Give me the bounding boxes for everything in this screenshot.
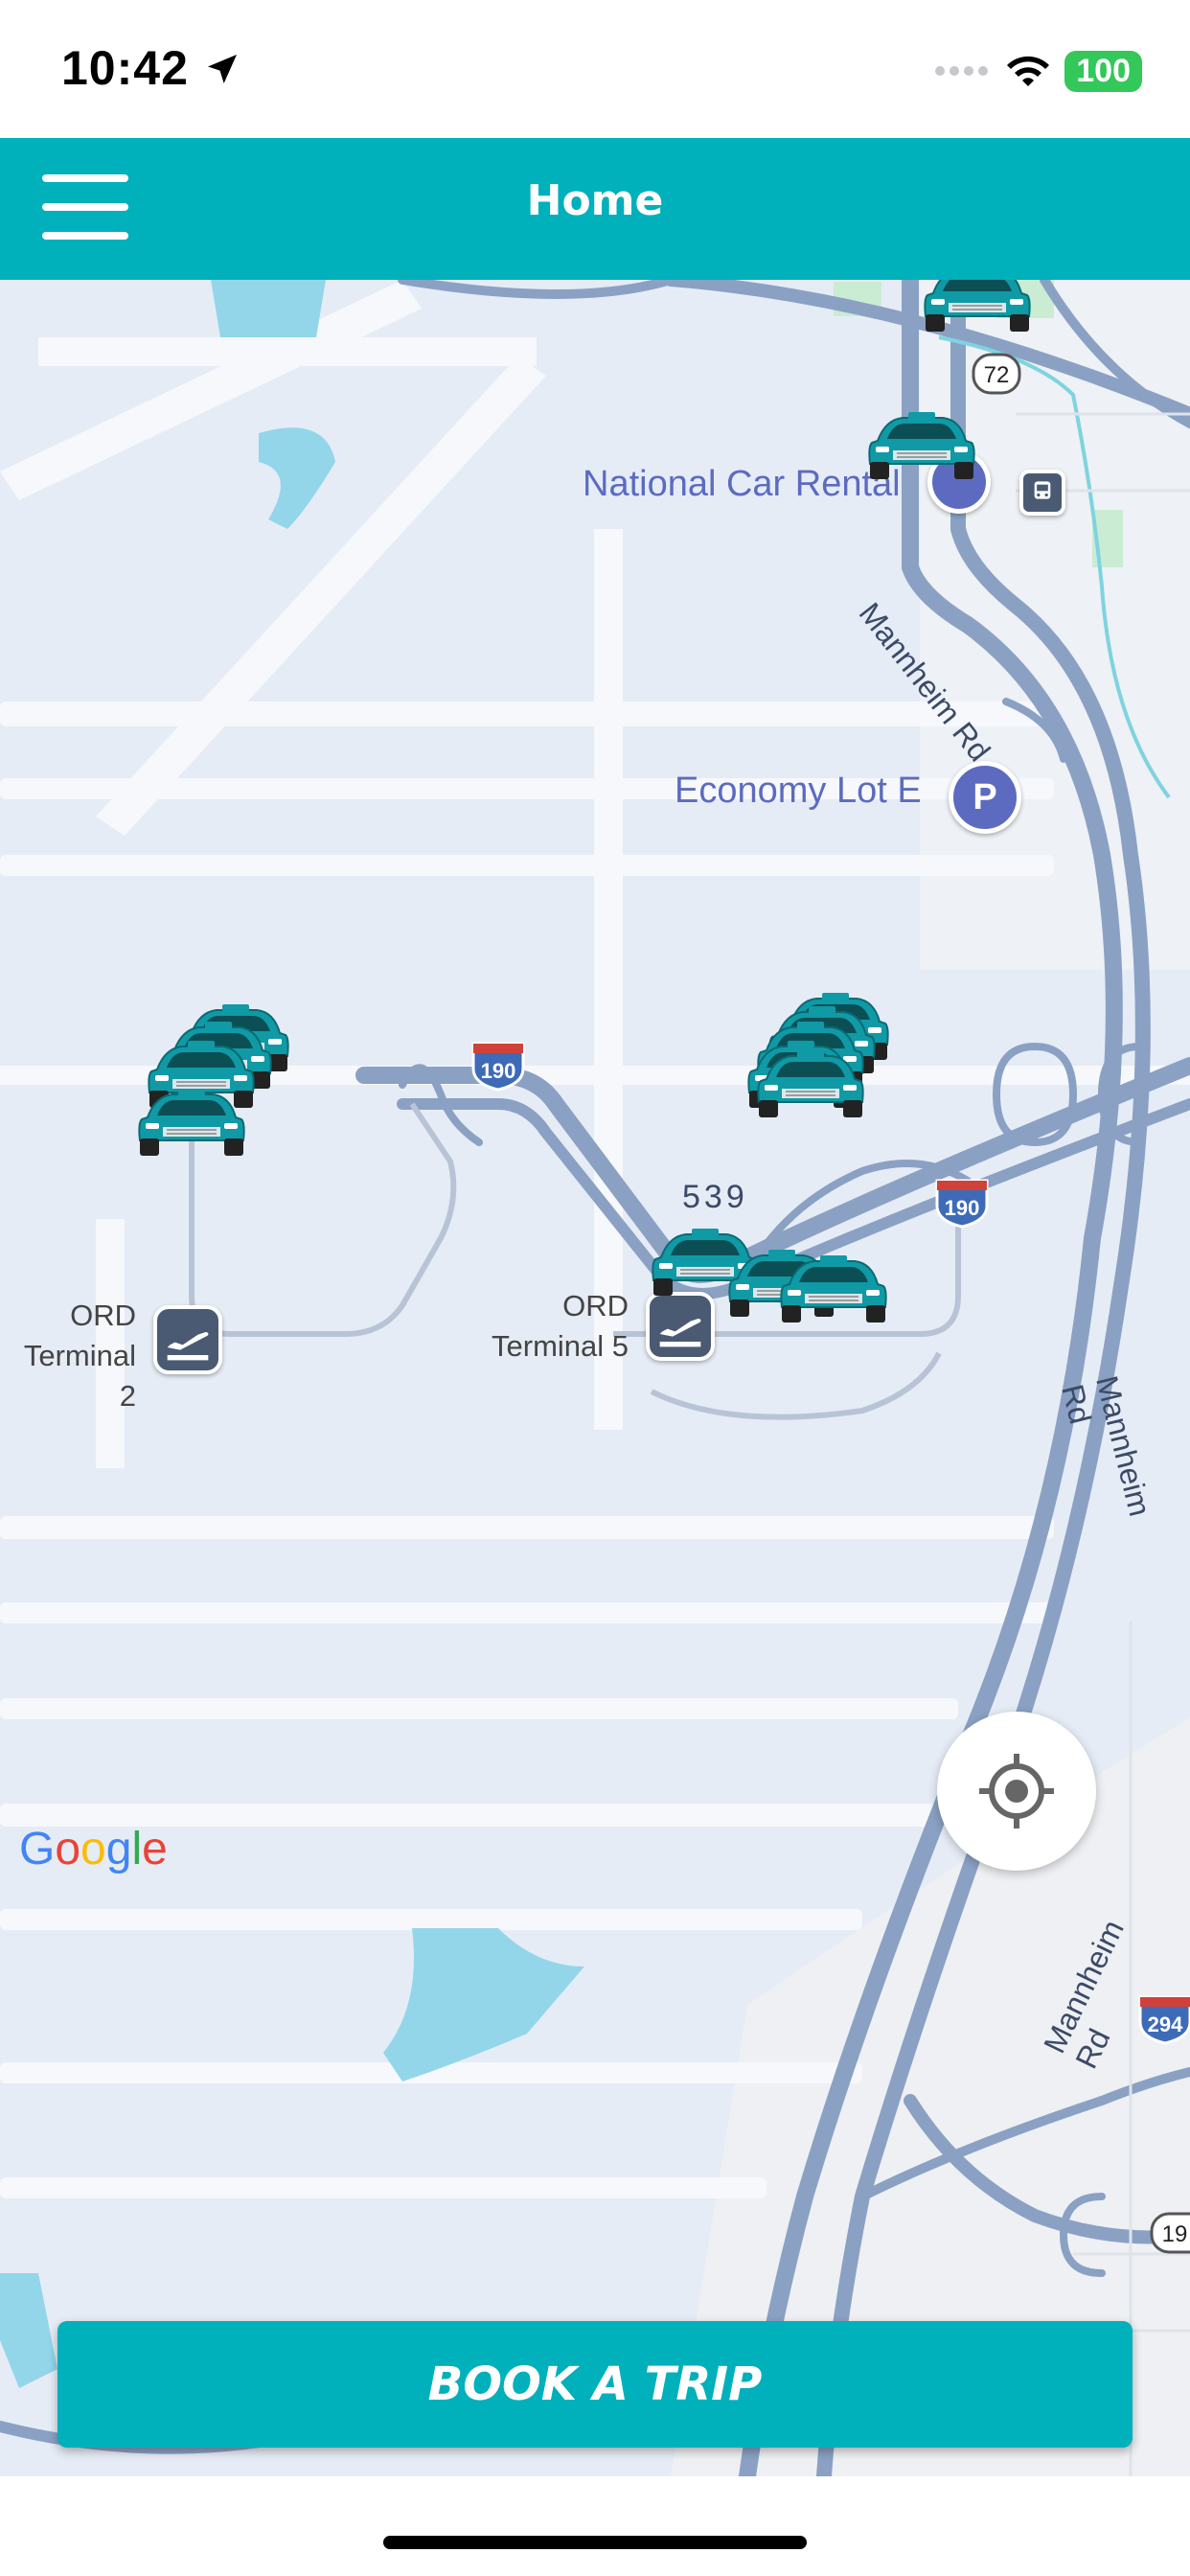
map-base [0, 280, 1190, 2476]
google-attribution-logo: Google [19, 1824, 168, 1874]
departures-icon-terminal-2[interactable] [153, 1305, 222, 1374]
poi-label-terminal-2[interactable]: ORD Terminal 2 [0, 1296, 136, 1416]
location-arrow-icon [207, 55, 237, 83]
status-icons: 100 [934, 46, 1142, 96]
road-label-539: 539 [682, 1179, 748, 1215]
status-bar: 10:42 100 [0, 0, 1190, 138]
route-19-shield: 19 [1150, 2212, 1190, 2254]
route-72-shield: 72 [972, 353, 1021, 395]
page-title: Home [526, 176, 664, 225]
shield-label-72: 72 [984, 362, 1010, 388]
book-a-trip-button[interactable]: BOOK A TRIP [57, 2321, 1133, 2448]
map-view[interactable]: 190 190 72 294 19 Mannheim Rd Mannheim R… [0, 280, 1190, 2476]
wifi-icon [1007, 56, 1050, 86]
interstate-294-shield: 294 [1138, 1995, 1190, 2045]
battery-icon: 100 [1064, 50, 1142, 92]
departures-icon-terminal-5[interactable] [646, 1292, 715, 1361]
taxi-icon[interactable] [920, 280, 1035, 337]
taxi-icon[interactable] [753, 1046, 868, 1123]
shield-label-19: 19 [1162, 2221, 1188, 2247]
shield-label-190-right: 190 [945, 1196, 980, 1220]
taxi-icon[interactable] [864, 408, 979, 485]
poi-label-national-car-rental[interactable]: National Car Rental [583, 464, 901, 505]
status-time: 10:42 [61, 40, 241, 96]
home-indicator [383, 2536, 807, 2549]
poi-label-economy-lot[interactable]: Economy Lot E [675, 770, 922, 812]
my-location-icon [979, 1754, 1054, 1828]
my-location-button[interactable] [937, 1712, 1096, 1871]
shield-label-294: 294 [1148, 2012, 1183, 2036]
taxi-icon[interactable] [776, 1252, 891, 1328]
poi-label-terminal-5[interactable]: ORD Terminal 5 [460, 1286, 629, 1367]
taxi-icon[interactable] [134, 1085, 249, 1162]
train-station-icon[interactable] [1019, 470, 1065, 516]
shield-label-190-left: 190 [481, 1059, 516, 1083]
interstate-190-shield-left: 190 [471, 1042, 525, 1092]
app-bar: Home [0, 138, 1190, 280]
cellular-icon [935, 66, 989, 76]
status-time-text: 10:42 [61, 41, 189, 95]
parking-icon[interactable]: P [949, 761, 1021, 834]
interstate-190-shield-right: 190 [935, 1179, 989, 1229]
